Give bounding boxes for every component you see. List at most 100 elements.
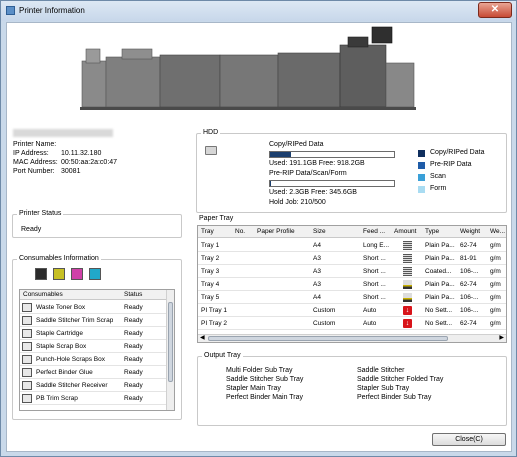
tray-name: Tray 4: [201, 281, 220, 288]
tray-name: Tray 2: [201, 255, 220, 262]
tray-feed: Short ...: [363, 255, 386, 262]
table-row[interactable]: Staple Cartridge Ready: [20, 327, 167, 340]
tray-type: Coated...: [425, 268, 452, 275]
paper-tray-header: Tray No. Paper Profile Size Feed ... Amo…: [198, 226, 506, 238]
consumable-status: Ready: [124, 395, 143, 402]
consumable-status: Ready: [124, 304, 143, 311]
printer-hostname-redacted: [13, 129, 113, 137]
legend-label: Scan: [430, 173, 446, 180]
legend-swatch: [418, 174, 425, 181]
col-no[interactable]: No.: [235, 228, 245, 235]
legend-label: Copy/RIPed Data: [430, 149, 485, 156]
paper-tray-scroll-thumb[interactable]: [208, 336, 448, 341]
prerip-bar: [269, 180, 395, 187]
tray-type: Plain Pa...: [425, 255, 455, 262]
col-paper-profile[interactable]: Paper Profile: [257, 228, 295, 235]
col-type[interactable]: Type: [425, 228, 439, 235]
table-row[interactable]: Punch-Hole Scraps Box Ready: [20, 353, 167, 366]
table-row[interactable]: PB Trim Scrap Ready: [20, 392, 167, 405]
prerip-label: Pre-RIP Data/Scan/Form: [269, 170, 347, 177]
output-tray-item: Multi Folder Sub Tray: [226, 367, 293, 374]
mac-value: 00:50:aa:2a:c0:47: [61, 159, 118, 166]
table-row[interactable]: Saddle Stitcher Receiver Ready: [20, 379, 167, 392]
window-close-button[interactable]: ✕: [478, 2, 512, 18]
output-tray-item: Perfect Binder Sub Tray: [357, 394, 432, 401]
trim-scrap-icon: [22, 316, 32, 325]
consumables-group: Consumables Information Consumables Stat…: [12, 255, 182, 420]
paper-tray-hscroll[interactable]: ◀ ▶: [198, 334, 506, 342]
tray-weight: 106-...: [460, 294, 479, 301]
port-value: 30081: [61, 168, 81, 175]
output-tray-item: Stapler Sub Tray: [357, 385, 410, 392]
col-amount[interactable]: Amount: [394, 228, 416, 235]
tray-size: A3: [313, 281, 321, 288]
table-row[interactable]: Tray 1 A4 Long E... Plain Pa... 62-74 g/…: [198, 239, 506, 252]
toner-magenta-icon: [70, 268, 83, 280]
consumables-scroll-thumb[interactable]: [168, 302, 173, 382]
consumable-name: Punch-Hole Scraps Box: [36, 356, 106, 363]
scrap-box-icon: [22, 342, 32, 351]
output-tray-title: Output Tray: [202, 352, 243, 359]
printer-illustration: [80, 26, 416, 110]
close-button[interactable]: Close(C): [432, 433, 506, 446]
table-row[interactable]: Staple Scrap Box Ready: [20, 340, 167, 353]
table-row[interactable]: Tray 5 A4 Short ... Plain Pa... 106-... …: [198, 291, 506, 304]
toner-yellow-icon: [52, 268, 65, 280]
copy-ripped-usage: Used: 191.1GB Free: 918.2GB: [269, 160, 365, 167]
tray-weight-unit: g/m: [490, 255, 501, 262]
port-label: Port Number:: [13, 168, 55, 175]
staple-icon: [22, 329, 32, 338]
table-row[interactable]: Tray 4 A3 Short ... Plain Pa... 62-74 g/…: [198, 278, 506, 291]
table-row[interactable]: PI Tray 1 Custom Auto ↓ No Sett... 106-.…: [198, 304, 506, 317]
tray-feed: Auto: [363, 320, 377, 327]
col-consumables[interactable]: Consumables: [23, 291, 63, 298]
consumables-vscroll[interactable]: [166, 290, 174, 410]
hdd-title: HDD: [201, 129, 221, 136]
col-we[interactable]: We...: [490, 228, 505, 235]
printer-status-title: Printer Status: [17, 210, 64, 217]
legend-swatch: [418, 150, 425, 157]
printer-name-label: Printer Name:: [13, 141, 57, 148]
scroll-left-icon[interactable]: ◀: [200, 334, 205, 341]
hold-job: Hold Job: 210/500: [269, 199, 326, 206]
col-weight[interactable]: Weight: [460, 228, 480, 235]
punch-icon: [22, 355, 32, 364]
consumables-header: Consumables Status: [20, 290, 167, 300]
table-row[interactable]: Tray 3 A3 Short ... Coated... 106-... g/…: [198, 265, 506, 278]
printer-name-row: Printer Name:: [13, 141, 188, 150]
col-feed[interactable]: Feed ...: [363, 228, 385, 235]
paper-amount-full-icon: [403, 254, 412, 263]
consumables-table: Consumables Status Waste Toner Box Ready…: [19, 289, 175, 411]
tray-feed: Long E...: [363, 242, 390, 249]
printer-app-icon: [6, 6, 15, 15]
output-tray-item: Saddle Stitcher Folded Tray: [357, 376, 444, 383]
tray-type: Plain Pa...: [425, 242, 455, 249]
waste-toner-icon: [22, 303, 32, 312]
table-row[interactable]: Saddle Stitcher Trim Scrap Ready: [20, 314, 167, 327]
ip-value: 10.11.32.180: [61, 150, 102, 157]
title-bar[interactable]: Printer Information ✕: [1, 1, 516, 21]
table-row[interactable]: Perfect Binder Glue Ready: [20, 366, 167, 379]
legend-swatch: [418, 162, 425, 169]
table-row[interactable]: Tray 2 A3 Short ... Plain Pa... 81-91 g/…: [198, 252, 506, 265]
consumable-name: PB Trim Scrap: [36, 395, 78, 402]
printer-info: Printer Name: IP Address: 10.11.32.180 M…: [13, 127, 188, 175]
scroll-right-icon[interactable]: ▶: [499, 334, 504, 341]
ip-row: IP Address: 10.11.32.180: [13, 150, 188, 159]
legend-copy-ripped: Copy/RIPed Data: [418, 149, 504, 158]
tray-size: A4: [313, 242, 321, 249]
consumable-status: Ready: [124, 317, 143, 324]
table-row[interactable]: Waste Toner Box Ready: [20, 301, 167, 314]
consumable-status: Ready: [124, 382, 143, 389]
mac-row: MAC Address: 00:50:aa:2a:c0:47: [13, 159, 188, 168]
consumable-name: Waste Toner Box: [36, 304, 86, 311]
tray-size: A3: [313, 255, 321, 262]
table-row[interactable]: PI Tray 2 Custom Auto ↓ No Sett... 62-74…: [198, 317, 506, 330]
tray-weight-unit: g/m: [490, 281, 501, 288]
col-size[interactable]: Size: [313, 228, 326, 235]
tray-weight-unit: g/m: [490, 320, 501, 327]
col-tray[interactable]: Tray: [201, 228, 214, 235]
col-status[interactable]: Status: [124, 291, 142, 298]
toner-icons: [35, 268, 105, 282]
legend-label: Pre-RIP Data: [430, 161, 472, 168]
